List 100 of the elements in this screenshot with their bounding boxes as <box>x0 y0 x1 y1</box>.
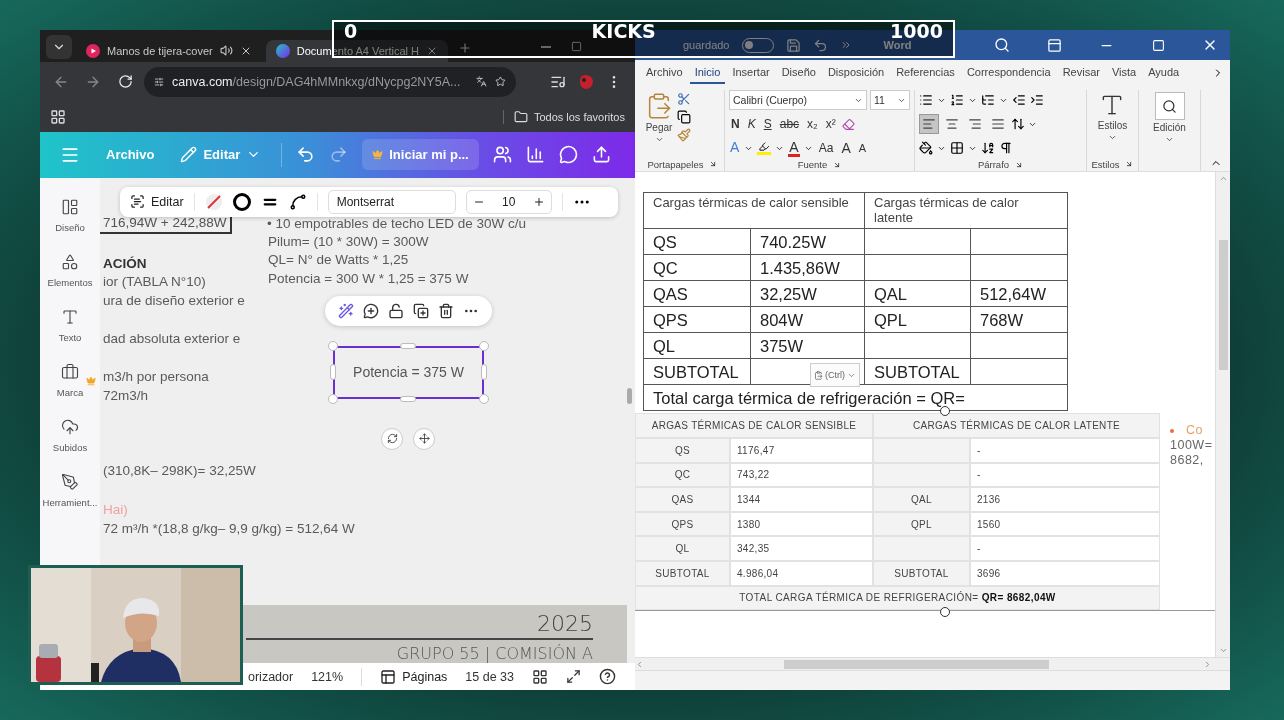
shrink-font-button[interactable]: A <box>856 142 869 154</box>
sidebar-item[interactable]: Diseño <box>40 197 100 233</box>
bookmark-folder[interactable]: Todos los favoritos <box>502 109 625 124</box>
extension-icon[interactable] <box>577 72 595 91</box>
no-fill-icon[interactable] <box>204 192 223 211</box>
multilevel-list-icon[interactable] <box>981 93 995 107</box>
ribbon-tab[interactable]: Revisar <box>1057 62 1105 84</box>
format-button[interactable]: x² <box>823 117 838 131</box>
resize-handle[interactable] <box>400 342 416 349</box>
sidebar-item[interactable]: Marca <box>40 362 100 398</box>
highlighter-icon[interactable] <box>757 141 772 155</box>
people-icon[interactable] <box>492 145 512 165</box>
upgrade-button[interactable]: Iniciar mi p... <box>362 139 479 171</box>
lock-icon[interactable] <box>387 302 404 319</box>
resize-handle[interactable] <box>400 395 416 402</box>
more-commands-icon[interactable] <box>839 39 852 51</box>
line-spacing-icon[interactable] <box>1011 117 1025 131</box>
paste-options-button[interactable]: (Ctrl) <box>810 363 860 387</box>
font-name-field[interactable]: Calibri (Cuerpo) <box>729 90 867 110</box>
undo-icon[interactable] <box>812 37 828 53</box>
format-button[interactable]: abc <box>777 117 802 131</box>
ribbon-tab[interactable]: Insertar <box>727 62 775 84</box>
duplicate-icon[interactable] <box>413 302 430 319</box>
scrollbar-thumb[interactable] <box>784 659 1049 669</box>
apps-icon[interactable] <box>50 108 66 125</box>
grid-view-icon[interactable] <box>532 668 548 685</box>
undo-icon[interactable] <box>296 145 316 165</box>
borders-icon[interactable] <box>950 141 964 155</box>
image-handle[interactable] <box>940 406 950 416</box>
timer-button[interactable]: orizador <box>248 669 294 684</box>
dialog-launcher-icon[interactable] <box>833 160 842 169</box>
translate-icon[interactable] <box>476 74 488 90</box>
save-icon[interactable] <box>785 37 801 53</box>
shading-icon[interactable] <box>919 141 933 155</box>
ribbon-tab[interactable]: Inicio <box>689 62 726 84</box>
resize-handle[interactable] <box>328 393 338 404</box>
add-comment-icon[interactable] <box>362 302 379 319</box>
decrease-indent-icon[interactable] <box>1012 93 1026 107</box>
address-bar[interactable]: canva.com/design/DAG4hMMnkxg/dNycpg2NY5A... <box>144 66 516 97</box>
clear-format-icon[interactable] <box>841 117 855 131</box>
sort-icon[interactable] <box>981 141 995 155</box>
ribbon-tab[interactable]: Archivo <box>641 62 688 84</box>
dialog-launcher-icon[interactable] <box>1125 160 1134 168</box>
align-button[interactable] <box>919 114 939 134</box>
resize-handle[interactable] <box>328 340 338 351</box>
zoom-level[interactable]: 121% <box>311 669 344 684</box>
editing-button[interactable]: Edición <box>1153 90 1186 171</box>
ribbon-tab[interactable]: Diseño <box>776 62 821 84</box>
numbering-icon[interactable] <box>950 93 964 107</box>
format-button[interactable]: S <box>761 117 774 131</box>
ribbon-tab[interactable]: Referencias <box>891 62 960 84</box>
font-size-stepper[interactable]: 10 <box>465 189 552 214</box>
border-icon[interactable] <box>232 192 251 211</box>
font-size-field[interactable]: 11 <box>870 90 910 110</box>
pasted-image[interactable] <box>635 413 1215 611</box>
pilcrow-icon[interactable] <box>999 141 1013 155</box>
format-button[interactable]: K <box>745 117 758 131</box>
chart-icon[interactable] <box>525 145 545 165</box>
browser-tab[interactable]: Manos de tijera-cover <box>76 39 262 62</box>
ribbon-tab[interactable]: Vista <box>1106 62 1142 84</box>
help-icon[interactable] <box>599 668 616 686</box>
change-case-button[interactable]: Aa <box>816 141 836 155</box>
paste-button[interactable]: Pegar <box>645 90 673 157</box>
move-button[interactable] <box>413 427 435 450</box>
scrollbar-thumb[interactable] <box>627 387 632 404</box>
increase-icon[interactable] <box>532 195 545 208</box>
resize-handle[interactable] <box>479 393 489 404</box>
cut-icon[interactable] <box>677 92 691 106</box>
copy-icon[interactable] <box>677 110 691 124</box>
sidebar-item[interactable]: Subidos <box>40 417 100 453</box>
ribbon-tab[interactable]: Disposición <box>822 62 890 84</box>
dialog-launcher-icon[interactable] <box>1015 160 1024 169</box>
font-color-button[interactable]: A <box>788 139 800 157</box>
share-icon[interactable] <box>591 145 611 165</box>
search-icon[interactable] <box>994 37 1010 53</box>
scrollbar-thumb[interactable] <box>1218 239 1228 370</box>
text-effects-button[interactable]: A <box>729 139 741 157</box>
dialog-launcher-icon[interactable] <box>709 160 718 168</box>
edit-button[interactable]: Editar <box>130 194 184 210</box>
format-button[interactable]: N <box>729 117 742 131</box>
magic-wand-icon[interactable] <box>337 302 354 319</box>
tab-search-button[interactable] <box>46 34 72 59</box>
resize-handle[interactable] <box>479 340 489 351</box>
ribbon-tab[interactable]: Ayuda <box>1143 62 1185 84</box>
fullscreen-icon[interactable] <box>566 669 581 685</box>
ribbon-display-icon[interactable] <box>1046 37 1062 53</box>
delete-icon[interactable] <box>438 302 455 319</box>
maximize-icon[interactable] <box>1151 38 1165 52</box>
sidebar-item[interactable]: Texto <box>40 307 100 343</box>
resize-handle[interactable] <box>330 363 336 380</box>
grow-font-button[interactable]: A <box>839 140 853 156</box>
pages-button[interactable]: Páginas <box>380 668 448 685</box>
sidebar-item[interactable]: Herramient... <box>40 472 100 508</box>
increase-indent-icon[interactable] <box>1030 93 1044 107</box>
comment-icon[interactable] <box>558 145 578 165</box>
rotate-button[interactable] <box>381 427 403 450</box>
format-button[interactable]: x₂ <box>805 117 820 131</box>
sidebar-item[interactable]: Elementos <box>40 252 100 288</box>
styles-button[interactable]: Estilos <box>1097 90 1128 157</box>
font-field[interactable]: Montserrat <box>327 189 456 214</box>
